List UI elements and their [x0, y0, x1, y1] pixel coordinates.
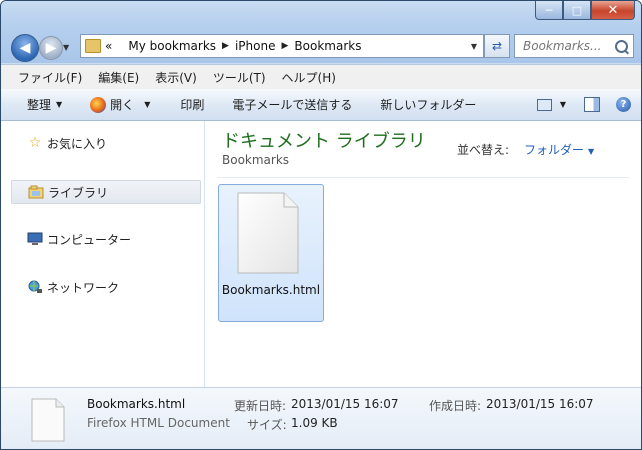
- divider: [217, 177, 629, 178]
- refresh-icon: ⇄: [491, 39, 503, 53]
- sort-value: フォルダー: [524, 143, 585, 157]
- email-button[interactable]: 電子メールで送信する: [232, 96, 352, 113]
- organize-label: 整理: [27, 98, 52, 112]
- help-icon[interactable]: ?: [616, 97, 631, 112]
- command-bar: 整理 ▼ 開く ▼ 印刷 電子メールで送信する 新しいフォルダー ▼ ?: [1, 89, 641, 121]
- nav-item-label: ライブラリ: [48, 185, 109, 200]
- file-item[interactable]: Bookmarks.html: [218, 184, 324, 322]
- view-controls: ▼ ?: [536, 97, 641, 112]
- library-title: ドキュメント ライブラリ: [222, 131, 426, 152]
- maximize-button[interactable]: □: [563, 1, 591, 20]
- nav-item-network[interactable]: ネットワーク: [11, 276, 199, 298]
- email-label: 電子メールで送信する: [232, 98, 353, 112]
- address-dropdown-icon[interactable]: ▼: [471, 42, 477, 51]
- new-folder-button[interactable]: 新しいフォルダー: [380, 96, 476, 113]
- sort-dropdown[interactable]: フォルダー ▼: [524, 141, 594, 158]
- refresh-button[interactable]: ⇄: [484, 34, 510, 58]
- menu-file[interactable]: ファイル(F): [1, 69, 90, 86]
- search-icon[interactable]: [615, 39, 628, 53]
- document-icon: [31, 398, 65, 442]
- breadcrumb: « My bookmarks ▶ iPhone ▶ Bookmarks: [105, 39, 361, 53]
- search-box: [514, 34, 634, 58]
- details-pane: Bookmarks.html Firefox HTML Document 更新日…: [1, 387, 641, 449]
- open-button[interactable]: 開く ▼: [90, 96, 150, 113]
- chevron-down-icon: ▼: [63, 43, 70, 52]
- detail-file-name: Bookmarks.html: [87, 397, 186, 411]
- breadcrumb-overflow[interactable]: «: [105, 39, 112, 53]
- size-label: サイズ:: [247, 418, 287, 432]
- caption-buttons: ─ □ ✕: [535, 1, 635, 21]
- preview-pane-icon[interactable]: [584, 97, 600, 112]
- minimize-button[interactable]: ─: [535, 1, 563, 20]
- firefox-icon: [90, 96, 107, 113]
- chevron-right-icon[interactable]: ▶: [222, 41, 229, 51]
- menu-bar: ファイル(F) 編集(E) 表示(V) ツール(T) ヘルプ(H): [1, 64, 641, 89]
- breadcrumb-item[interactable]: iPhone: [235, 39, 276, 53]
- menu-edit[interactable]: 編集(E): [90, 69, 147, 86]
- file-list-pane: ドキュメント ライブラリ Bookmarks 並べ替え: フォルダー ▼ Book…: [205, 121, 641, 387]
- close-button[interactable]: ✕: [591, 1, 635, 20]
- menu-help[interactable]: ヘルプ(H): [274, 69, 344, 86]
- created-label: 作成日時:: [429, 399, 482, 413]
- view-options-icon[interactable]: [536, 98, 552, 111]
- back-button[interactable]: ◀: [11, 34, 39, 62]
- arrow-right-icon: ▶: [45, 40, 57, 56]
- nav-item-label: お気に入り: [47, 136, 108, 151]
- breadcrumb-item[interactable]: Bookmarks: [294, 39, 361, 53]
- recent-pages-dropdown[interactable]: ▼: [63, 43, 69, 52]
- created-value: 2013/01/15 16:07: [486, 397, 594, 411]
- modified-value: 2013/01/15 16:07: [291, 397, 399, 411]
- nav-item-label: コンピューター: [47, 232, 132, 247]
- menu-tools[interactable]: ツール(T): [205, 69, 274, 86]
- folder-icon: [85, 39, 101, 53]
- star-icon: ☆: [28, 135, 42, 151]
- nav-item-libraries[interactable]: ライブラリ: [11, 180, 201, 204]
- chevron-down-icon: ▼: [588, 147, 595, 156]
- chevron-down-icon: ▼: [56, 100, 63, 109]
- address-bar[interactable]: « My bookmarks ▶ iPhone ▶ Bookmarks ▼: [80, 34, 484, 58]
- menu-view[interactable]: 表示(V): [147, 69, 205, 86]
- library-subtitle: Bookmarks: [222, 153, 290, 167]
- title-bar: ─ □ ✕ ◀ ▶ ▼ « My bookmarks ▶ iPhone ▶ Bo…: [1, 1, 641, 63]
- chevron-right-icon[interactable]: ▶: [281, 41, 288, 51]
- arrow-left-icon: ◀: [19, 40, 31, 56]
- file-name: Bookmarks.html: [221, 283, 321, 297]
- nav-item-favorites[interactable]: ☆ お気に入り: [11, 132, 199, 154]
- organize-button[interactable]: 整理 ▼: [27, 96, 62, 113]
- print-button[interactable]: 印刷: [180, 96, 204, 113]
- navigation-pane: ☆ お気に入り ライブラリ コンピューター ネットワーク: [1, 121, 205, 387]
- detail-file-type: Firefox HTML Document: [87, 416, 230, 430]
- explorer-window: ─ □ ✕ ◀ ▶ ▼ « My bookmarks ▶ iPhone ▶ Bo…: [0, 0, 642, 450]
- modified-label: 更新日時:: [234, 399, 287, 413]
- chevron-down-icon[interactable]: ▼: [144, 100, 150, 109]
- library-icon: [28, 184, 44, 200]
- print-label: 印刷: [180, 98, 205, 112]
- nav-item-computer[interactable]: コンピューター: [11, 228, 199, 250]
- breadcrumb-item[interactable]: My bookmarks: [128, 39, 216, 53]
- document-icon: [237, 192, 299, 274]
- size-value: 1.09 KB: [291, 416, 338, 430]
- chevron-down-icon[interactable]: ▼: [560, 100, 566, 109]
- search-input[interactable]: [521, 38, 615, 54]
- computer-icon: [27, 231, 43, 247]
- new-folder-label: 新しいフォルダー: [380, 98, 477, 112]
- sort-label: 並べ替え:: [457, 143, 510, 157]
- network-icon: [27, 279, 43, 295]
- forward-button[interactable]: ▶: [39, 36, 63, 60]
- open-label: 開く: [110, 98, 135, 112]
- nav-item-label: ネットワーク: [47, 280, 120, 295]
